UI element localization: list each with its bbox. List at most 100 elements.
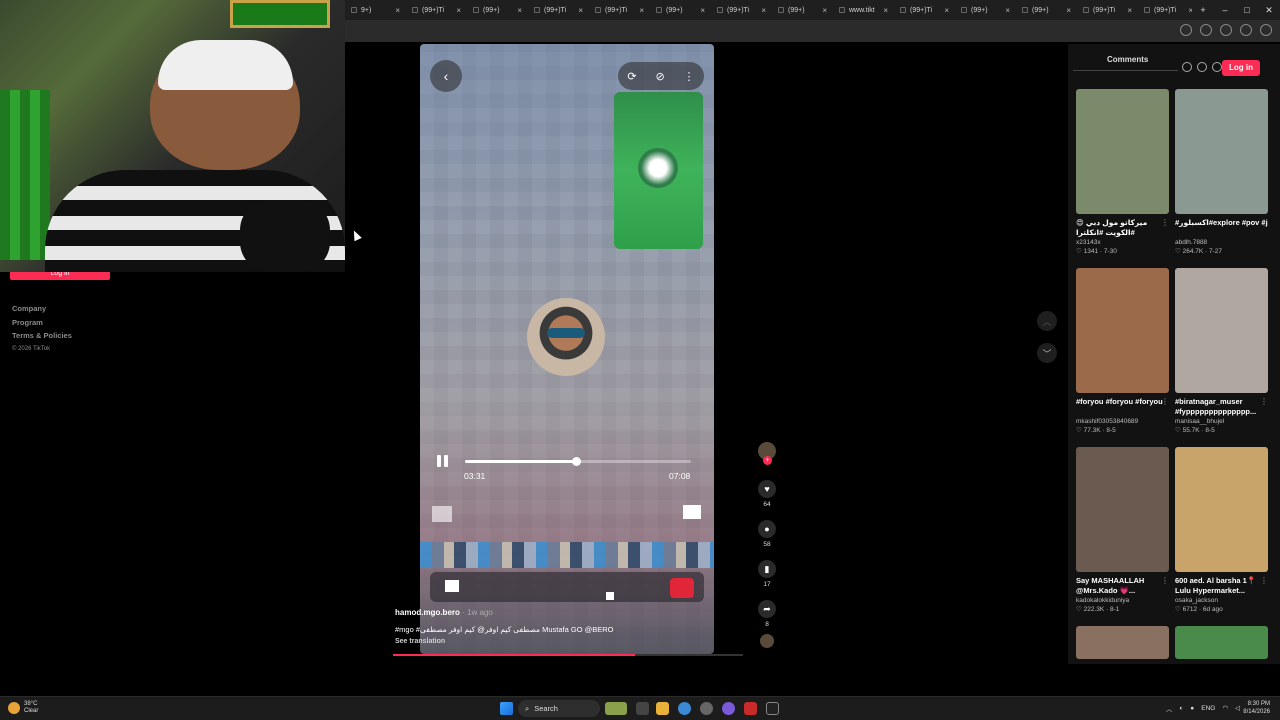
video-thumbnail[interactable] [1076,447,1169,572]
video-title[interactable]: Say MASHAALLAH @Mrs.Kado 💗... [1076,576,1169,596]
company-link[interactable]: Company [12,302,72,316]
login-button[interactable]: Log in [1222,60,1260,76]
taskbar-clock[interactable]: 8:30 PM 8/14/2026 [1243,700,1270,716]
volume-icon[interactable]: ◁ [1235,704,1240,712]
video-card[interactable]: #biratnagar_muser #fypppppppppppppp... ma… [1175,268,1268,434]
browser-tab[interactable]: (99+)Ti × [589,0,650,20]
program-link[interactable]: Program [12,316,72,330]
tab-close-icon[interactable]: × [944,6,949,15]
tab-close-icon[interactable]: × [700,6,705,15]
video-card[interactable]: 😍 ميركاتو مول دبي #الكويت #انكلترا x23143… [1076,89,1169,255]
capcut-icon[interactable] [766,702,779,715]
scroll-up-icon[interactable]: ︿ [1037,311,1057,331]
autoscroll-icon[interactable]: ⟳ [627,70,636,83]
tab-close-icon[interactable]: × [1066,6,1071,15]
widget-app-icon[interactable] [605,702,627,715]
video-title[interactable]: #biratnagar_muser #fypppppppppppppp... [1175,397,1268,417]
chrome-icon[interactable] [678,702,691,715]
tab-close-icon[interactable]: × [761,6,766,15]
chevron-up-icon[interactable]: ︿ [1166,703,1173,713]
browser-tab[interactable]: (99+)Ti × [1138,0,1199,20]
discord-icon[interactable] [722,702,735,715]
cast-icon[interactable] [1180,24,1192,36]
tab-comments[interactable]: Comments [1107,55,1148,64]
settings-icon[interactable] [700,702,713,715]
bookmark-icon[interactable] [1200,24,1212,36]
bookmark-icon[interactable]: ▮ [758,560,776,578]
tab-close-icon[interactable]: × [456,6,461,15]
obs-icon[interactable] [744,702,757,715]
card-more-icon[interactable]: ⋮ [1260,218,1268,227]
menu-icon[interactable] [1260,24,1272,36]
video-thumbnail[interactable] [1175,626,1268,659]
task-view-icon[interactable] [636,702,649,715]
tab-close-icon[interactable]: × [1005,6,1010,15]
more-options-icon[interactable]: ⋮ [684,70,695,83]
taskbar-search[interactable]: ⌕ Search [518,700,600,717]
scroll-down-icon[interactable]: ﹀ [1037,343,1057,363]
music-disc-icon[interactable] [760,634,774,648]
browser-tab[interactable]: (99+)Ti × [406,0,467,20]
browser-tab[interactable]: (99+)Ti × [1077,0,1138,20]
language-indicator[interactable]: ENG [1201,705,1215,712]
video-card[interactable]: #foryou #foryou #foryou mkashif0305384068… [1076,268,1169,434]
author-name[interactable]: hamod.mgo.bero [395,608,460,617]
video-title[interactable]: 😍 ميركاتو مول دبي #الكويت #انكلترا [1076,218,1169,238]
browser-tab[interactable]: www.tikt × [833,0,894,20]
like-icon[interactable]: ♥ [758,480,776,498]
back-button[interactable]: ‹ [430,60,462,92]
video-author[interactable]: hamod.mgo.bero · 1w ago [395,608,493,617]
video-card[interactable]: Say MASHAALLAH @Mrs.Kado 💗... kadokalokki… [1076,447,1169,613]
video-progress-bar[interactable] [465,457,691,466]
upload-icon[interactable] [1182,62,1192,72]
browser-tab[interactable]: 9+) × [345,0,406,20]
tab-close-icon[interactable]: × [395,6,400,15]
mic-icon[interactable]: ● [1190,705,1194,712]
video-user[interactable]: kadokalokkiduniya [1076,597,1169,604]
browser-tab[interactable]: (99+) × [467,0,528,20]
maximize-icon[interactable]: □ [1236,0,1258,20]
video-thumbnail[interactable] [1076,89,1169,214]
video-user[interactable]: manisaa__bhujel [1175,418,1268,425]
video-thumbnail[interactable] [1175,268,1268,393]
video-user[interactable]: abdlh.7888 [1175,239,1268,246]
video-user[interactable]: x23143x [1076,239,1169,246]
floating-player-icon[interactable]: ⊘ [655,70,664,83]
video-title[interactable]: #foryou #foryou #foryou [1076,397,1169,417]
card-more-icon[interactable]: ⋮ [1260,397,1268,406]
share-icon[interactable]: ➦ [758,600,776,618]
network-icon[interactable]: ◐ [1179,705,1183,712]
video-thumbnail[interactable] [1175,89,1268,214]
browser-tab[interactable]: (99+) × [650,0,711,20]
follow-plus-icon[interactable]: + [763,456,772,465]
tab-close-icon[interactable]: × [883,6,888,15]
browser-tab[interactable]: (99+) × [955,0,1016,20]
tab-close-icon[interactable]: × [822,6,827,15]
messages-icon[interactable] [1212,62,1222,72]
card-more-icon[interactable]: ⋮ [1161,397,1169,406]
tab-close-icon[interactable]: × [578,6,583,15]
video-card[interactable]: 600 aed. Al barsha 1📍 Lulu Hypermarket..… [1175,447,1268,613]
sidebar-login-button[interactable]: Log in [10,272,110,280]
creator-avatar[interactable]: + [758,442,776,465]
video-thumbnail[interactable] [1076,626,1169,659]
weather-widget[interactable]: 38°C Clear [8,701,38,715]
video-title[interactable]: #اكسبلور#explore #pov #j [1175,218,1268,238]
comment-icon[interactable]: ● [758,520,776,538]
pause-icon[interactable] [434,453,450,469]
video-card[interactable] [1076,626,1169,659]
video-card[interactable] [1175,626,1268,659]
video-user[interactable]: osaka_jackson [1175,597,1268,604]
browser-tab[interactable]: (99+) × [1016,0,1077,20]
browser-tab[interactable]: (99+) × [772,0,833,20]
phone-icon[interactable] [1197,62,1207,72]
card-more-icon[interactable]: ⋮ [1161,218,1169,227]
video-user[interactable]: mkashif03053840689 [1076,418,1169,425]
video-progress-handle[interactable] [571,457,581,466]
tab-close-icon[interactable]: × [639,6,644,15]
extensions-icon[interactable] [1220,24,1232,36]
browser-tab[interactable]: (99+)Ti × [528,0,589,20]
wifi-icon[interactable]: ◠ [1222,704,1228,712]
see-translation-link[interactable]: See translation [395,638,445,645]
video-thumbnail[interactable] [1175,447,1268,572]
